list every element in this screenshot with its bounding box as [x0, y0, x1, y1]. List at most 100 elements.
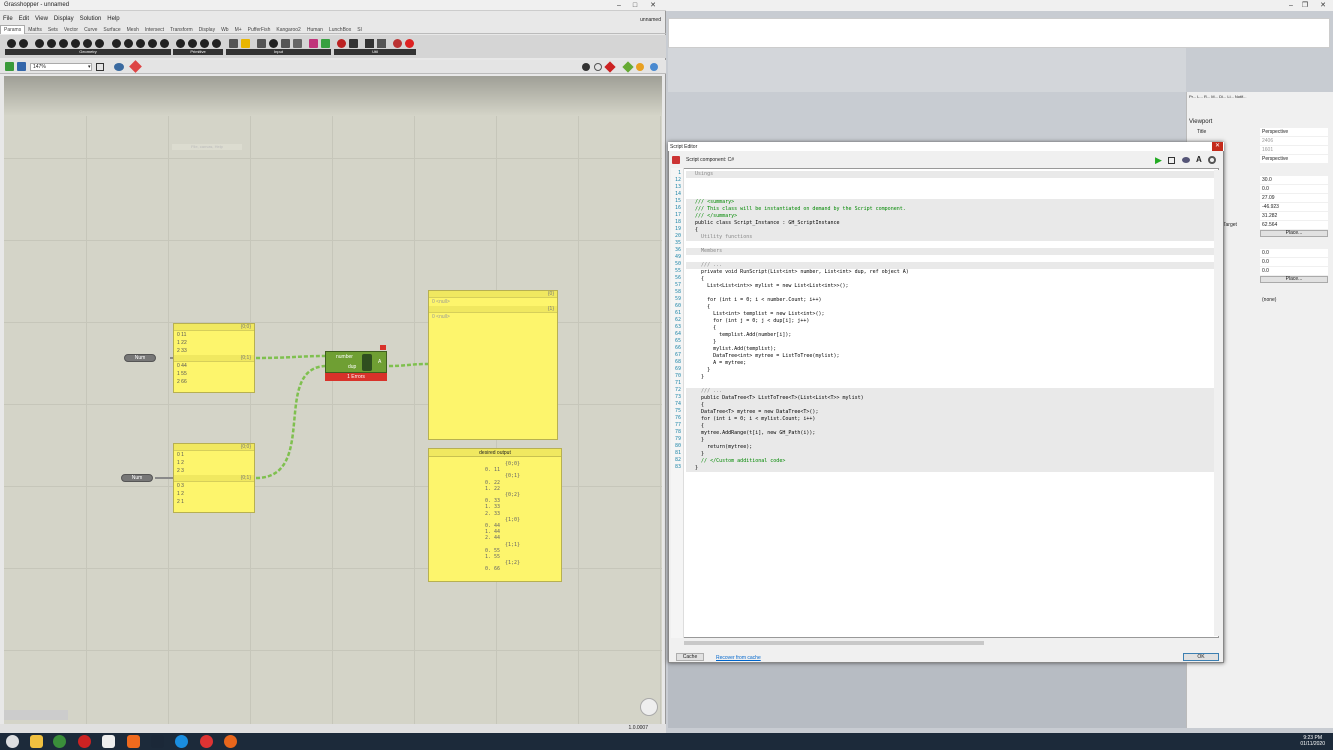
- prop-value[interactable]: 62.564: [1260, 221, 1328, 229]
- tab-notifications[interactable]: Notif...: [1235, 94, 1247, 99]
- horizontal-scrollbar[interactable]: [672, 640, 1212, 646]
- line-number: 67: [674, 352, 681, 358]
- rhino-icon[interactable]: [102, 735, 115, 748]
- script-editor-footer: Cache Recover from cache OK: [669, 650, 1223, 662]
- panel-row: 0 1: [177, 452, 184, 458]
- start-icon[interactable]: [6, 735, 19, 748]
- line-number: 55: [674, 268, 681, 274]
- breakpoint-icon[interactable]: [1168, 157, 1175, 164]
- panel-row: 0 11: [177, 332, 187, 338]
- ok-button[interactable]: OK: [1183, 653, 1219, 661]
- code-line: }: [686, 465, 1214, 472]
- num-param-2[interactable]: Num: [121, 474, 153, 482]
- line-number: 73: [674, 394, 681, 400]
- output-a[interactable]: A: [378, 359, 381, 365]
- prop-value[interactable]: 30.0: [1260, 176, 1328, 184]
- app-icon[interactable]: [78, 735, 91, 748]
- prop-value[interactable]: 0.0: [1260, 267, 1328, 275]
- code-line: DataTree<T> mytree = new DataTree<T>();: [686, 409, 1214, 416]
- line-number: 69: [674, 366, 681, 372]
- line-number-gutter: 1 12 13 14 15 16 17 18 19 20 35 36 49 50 55 56 57 58 59 60 6…: [671, 168, 684, 638]
- line-number: 56: [674, 275, 681, 281]
- prop-key: Title: [1197, 129, 1207, 135]
- panel-dup-input[interactable]: {0;0} 0 1 1 2 2 3 {0;1} 0 3 1 2 2 1: [173, 443, 255, 513]
- app-icon[interactable]: [127, 735, 140, 748]
- line-number: 76: [674, 415, 681, 421]
- run-icon[interactable]: ▶: [1155, 155, 1162, 166]
- minimize-icon[interactable]: –: [1284, 1, 1298, 10]
- panel-row: 1 22: [177, 340, 187, 346]
- tab-layers[interactable]: L...: [1197, 94, 1203, 99]
- prop-value[interactable]: 0.0: [1260, 258, 1328, 266]
- vertical-scrollbar[interactable]: [1214, 170, 1219, 636]
- prop-value[interactable]: 27.09: [1260, 194, 1328, 202]
- tab-display[interactable]: Di...: [1219, 94, 1226, 99]
- line-number: 83: [674, 464, 681, 470]
- place-button[interactable]: Place...: [1260, 276, 1328, 283]
- line-number: 74: [674, 401, 681, 407]
- prop-value[interactable]: 0.0: [1260, 185, 1328, 193]
- line-number: 57: [674, 282, 681, 288]
- font-icon[interactable]: A: [1196, 155, 1202, 164]
- prop-value[interactable]: Perspective: [1260, 155, 1328, 163]
- line-number: 68: [674, 359, 681, 365]
- navigation-compass-icon[interactable]: [640, 698, 658, 716]
- tab-materials[interactable]: M...: [1211, 94, 1218, 99]
- line-number: 58: [674, 289, 681, 295]
- script-error-label: 1 Errors: [325, 373, 387, 381]
- prop-value[interactable]: (none): [1260, 296, 1328, 304]
- panel-desired-output[interactable]: desired output {0;0} 0. 11 {0;1} 0. 22 1…: [428, 448, 562, 582]
- tab-render[interactable]: R...: [1204, 94, 1210, 99]
- script-editor-header: Script component: C# ▶ A: [669, 153, 1223, 167]
- firefox-icon[interactable]: [224, 735, 237, 748]
- prop-value[interactable]: 0.0: [1260, 249, 1328, 257]
- clock-date: 01/11/2020: [1300, 741, 1325, 747]
- num-param-1[interactable]: Num: [124, 354, 156, 362]
- recover-link[interactable]: Recover from cache: [716, 655, 761, 661]
- app-icon[interactable]: [200, 735, 213, 748]
- gh-bottom-toolbar[interactable]: [4, 710, 68, 720]
- panel-row: 1 2: [177, 460, 184, 466]
- line-number: 20: [674, 233, 681, 239]
- preview-eye-icon[interactable]: [1182, 157, 1190, 163]
- prop-value[interactable]: 31.282: [1260, 212, 1328, 220]
- tab-properties[interactable]: Pr...: [1189, 94, 1196, 99]
- close-icon[interactable]: ✕: [1316, 1, 1330, 10]
- code-line: /// ...: [686, 388, 1214, 395]
- prop-value: 1601: [1260, 146, 1328, 154]
- explorer-icon[interactable]: [30, 735, 43, 748]
- line-number: 79: [674, 436, 681, 442]
- app-icon[interactable]: [175, 735, 188, 748]
- csharp-script-component[interactable]: number dup A: [325, 351, 387, 373]
- tab-lights[interactable]: Li...: [1227, 94, 1233, 99]
- input-dup[interactable]: dup: [348, 364, 356, 370]
- prop-key: Target: [1223, 222, 1237, 228]
- place-button[interactable]: Place...: [1260, 230, 1328, 237]
- code-editor[interactable]: Usings /// <summary> /// This class will…: [671, 168, 1219, 638]
- prop-value[interactable]: Perspective: [1260, 128, 1328, 136]
- cache-button[interactable]: Cache: [676, 653, 704, 661]
- code-line: return(mytree);: [686, 444, 1214, 451]
- code-line: DataTree<int> mytree = ListToTree(mylist…: [686, 353, 1214, 360]
- steam-icon[interactable]: [151, 735, 164, 748]
- line-number: 13: [674, 184, 681, 190]
- settings-gear-icon[interactable]: [1208, 156, 1216, 164]
- prop-value[interactable]: -46.923: [1260, 203, 1328, 211]
- code-line: }: [686, 451, 1214, 458]
- input-number[interactable]: number: [336, 354, 353, 360]
- rhino-command-history[interactable]: [668, 18, 1330, 48]
- restore-icon[interactable]: ❐: [1298, 1, 1312, 10]
- panel-row: 2 33: [177, 348, 187, 354]
- rhino-perspective-viewport[interactable]: [668, 662, 1186, 728]
- taskbar-clock[interactable]: 9:23 PM 01/11/2020: [1300, 735, 1325, 747]
- panel-row: 2 3: [177, 468, 184, 474]
- chrome-icon[interactable]: [53, 735, 66, 748]
- component-name: Script component: C#: [686, 157, 735, 163]
- panel-script-output[interactable]: {0} 0 <null> {1} 0 <null>: [428, 290, 558, 440]
- panel-branch-header: {0;1}: [174, 355, 254, 362]
- line-number: 16: [674, 205, 681, 211]
- scroll-thumb[interactable]: [684, 641, 984, 645]
- close-icon[interactable]: ✕: [1212, 142, 1223, 151]
- panel-number-input[interactable]: {0;0} 0 11 1 22 2 33 {0;1} 0 44 1 55 2 6…: [173, 323, 255, 393]
- code-line: mylist.Add(templist);: [686, 346, 1214, 353]
